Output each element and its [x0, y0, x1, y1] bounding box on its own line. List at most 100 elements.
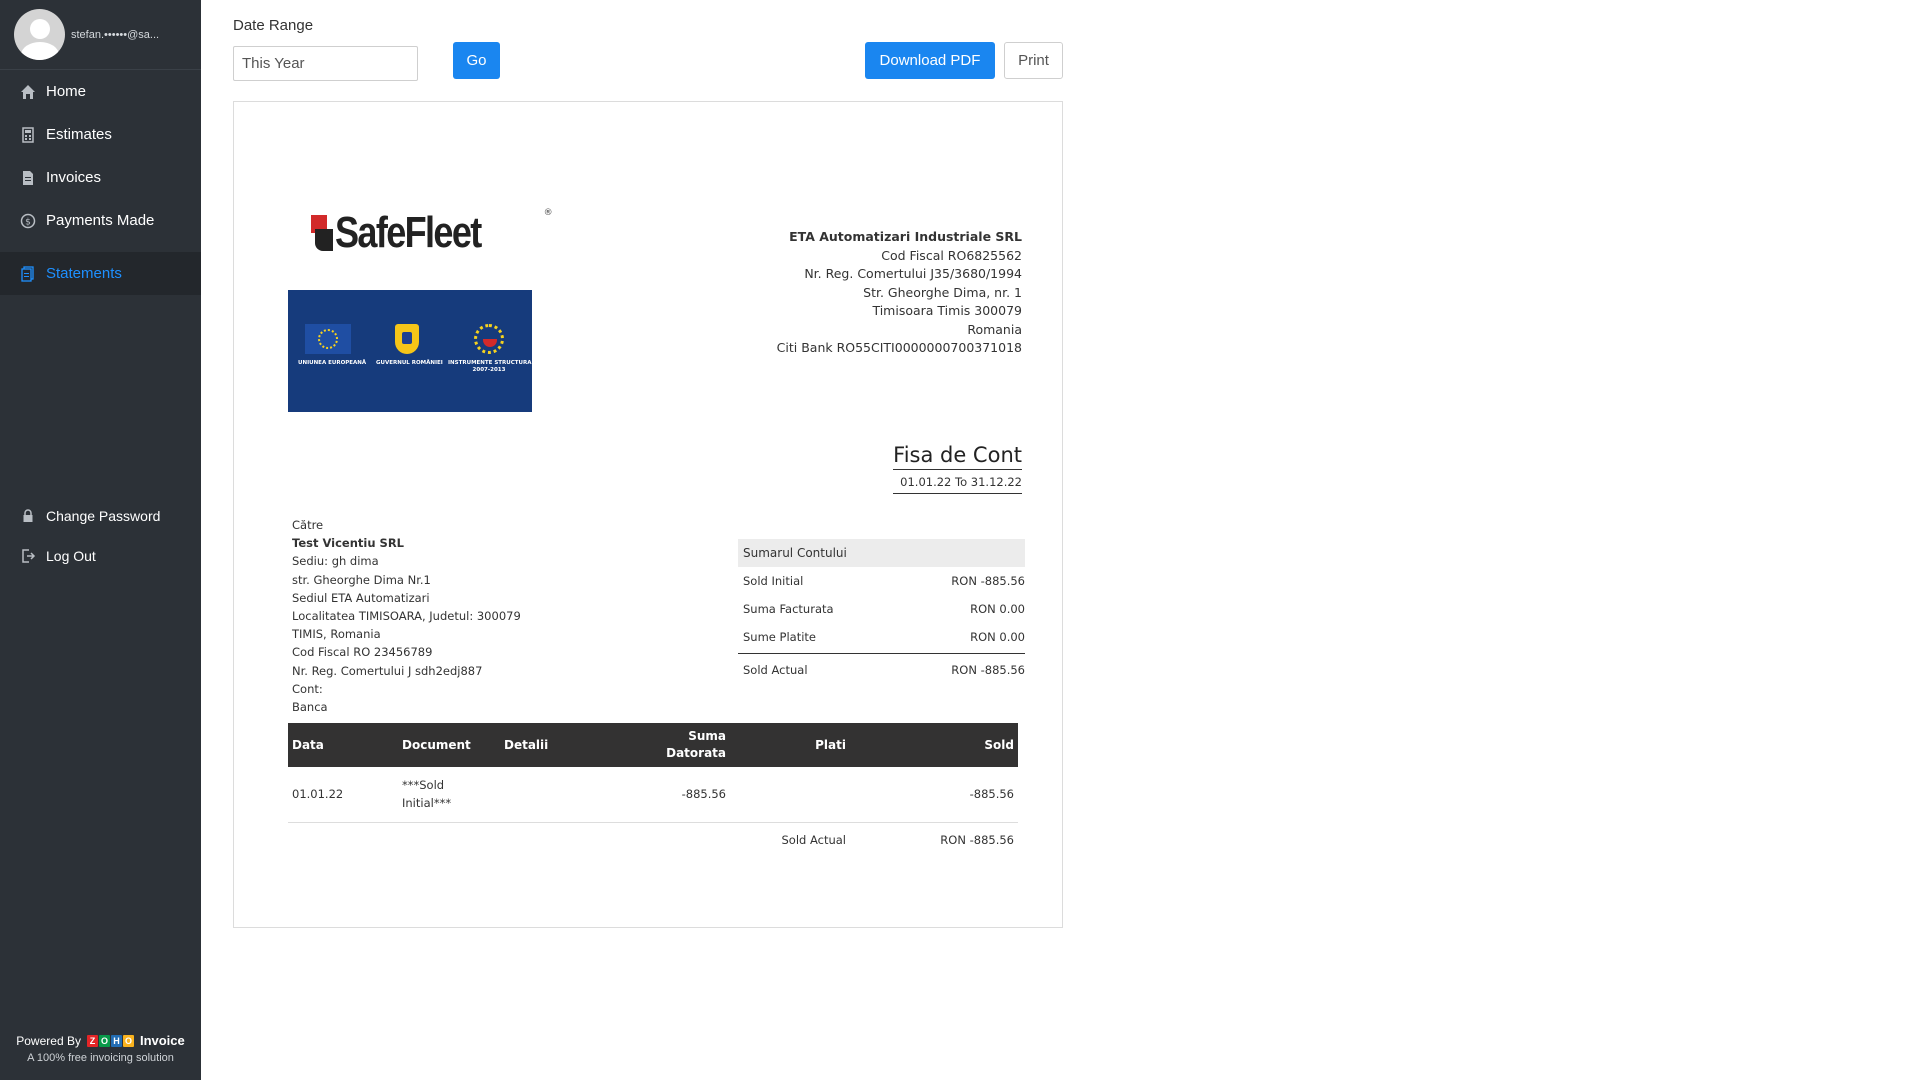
govt-caption: GUVERNUL ROMÂNIEI — [376, 360, 443, 366]
col-header-data: Data — [292, 737, 324, 752]
instruments-years: 2007-2013 — [472, 367, 506, 373]
nav-item-estimates[interactable]: Estimates — [0, 113, 201, 156]
print-button[interactable]: Print — [1004, 42, 1063, 79]
powered-by-line: Powered By Z O H O Invoice — [0, 1033, 201, 1048]
cell-suma: -885.56 — [681, 787, 726, 802]
customer-line: Banca — [292, 700, 328, 715]
statement-icon — [20, 265, 36, 282]
customer-line: Sediu: gh dima — [292, 554, 379, 569]
main-nav: Home Estimates Invoices $ Payments Made … — [0, 70, 201, 295]
cell-document-line2: Initial*** — [402, 796, 452, 811]
summary-total-value: RON -885.56 — [951, 662, 1025, 677]
summary-label: Suma Facturata — [743, 602, 834, 616]
brand-tagline: A 100% free invoicing solution — [27, 1052, 174, 1064]
table-header-row: Data Document Detalii Suma Datorata Plati… — [288, 723, 1018, 767]
table-total-row: Sold Actual RON -885.56 — [288, 822, 1018, 858]
eu-caption: UNIUNEA EUROPEANĂ — [298, 360, 367, 366]
dollar-circle-icon: $ — [20, 213, 36, 229]
nav-item-invoices[interactable]: Invoices — [0, 156, 201, 199]
transactions-table: Data Document Detalii Suma Datorata Plati… — [288, 723, 1018, 858]
summary-heading: Sumarul Contului — [738, 539, 1025, 567]
download-pdf-button[interactable]: Download PDF — [865, 42, 995, 79]
to-label: Către — [292, 518, 324, 532]
zoho-logo[interactable]: Z O H O — [86, 1034, 134, 1047]
structural-instruments-icon — [474, 324, 504, 354]
nav-label-invoices: Invoices — [46, 169, 102, 186]
col-header-plati: Plati — [815, 737, 846, 752]
instruments-caption: INSTRUMENTE STRUCTURALE — [448, 360, 539, 366]
total-value: RON -885.56 — [940, 833, 1014, 848]
issuer-country: Romania — [967, 321, 1022, 337]
customer-line: Nr. Reg. Comertului J sdh2edj887 — [292, 663, 483, 678]
date-range-label: Date Range — [233, 17, 314, 34]
nav-label-log-out: Log Out — [46, 548, 96, 564]
issuer-city: Timisoara Timis 300079 — [872, 303, 1022, 318]
cell-sold: -885.56 — [969, 787, 1014, 802]
main-content: Date Range This Year Go Download PDF Pri… — [201, 0, 1920, 1080]
customer-address: Către Test Vicentiu SRL Sediu: gh dima s… — [292, 516, 521, 716]
customer-line: str. Gheorghe Dima Nr.1 — [292, 572, 431, 587]
coat-of-arms-icon — [395, 324, 419, 354]
eu-stars — [318, 329, 338, 349]
customer-line: Cod Fiscal RO 23456789 — [292, 645, 433, 660]
lock-icon — [20, 508, 36, 524]
issuer-bank: Citi Bank RO55CITI0000000700371018 — [776, 340, 1022, 355]
powered-by-footer: Powered By Z O H O Invoice A 100% free i… — [0, 1033, 201, 1064]
home-icon — [20, 84, 36, 100]
col-header-sold: Sold — [984, 737, 1014, 752]
col-header-suma-line1: Suma — [688, 729, 726, 743]
logo-registered-mark: ® — [543, 208, 553, 218]
col-header-document: Document — [402, 737, 471, 752]
sidebar: stefan.••••••@sa... Home Estimates Invoi… — [0, 0, 201, 1080]
nav-item-change-password[interactable]: Change Password — [0, 496, 201, 536]
go-button[interactable]: Go — [453, 42, 500, 79]
logo-mark-icon — [311, 215, 333, 251]
total-spacer — [288, 822, 730, 858]
cell-plati — [730, 767, 850, 822]
cell-document: ***Sold Initial*** — [398, 767, 500, 822]
svg-text:$: $ — [25, 217, 31, 227]
calculator-icon — [20, 126, 36, 143]
summary-value: RON 0.00 — [970, 602, 1025, 616]
avatar-head — [29, 19, 50, 39]
cell-data: 01.01.22 — [292, 787, 344, 802]
summary-label: Sold Initial — [743, 574, 804, 588]
col-header-suma-line2: Datorata — [666, 746, 726, 760]
powered-by-label: Powered By — [16, 1033, 81, 1048]
issuer-street: Str. Gheorghe Dima, nr. 1 — [863, 284, 1022, 300]
statement-document: SafeFleet ® UNIUNEA EUROPEANĂ GUVERNUL R… — [233, 101, 1063, 928]
nav-item-home[interactable]: Home — [0, 70, 201, 113]
date-range-select[interactable]: This Year — [233, 46, 418, 81]
nav-label-statements: Statements — [46, 265, 122, 282]
account-nav: Change Password Log Out — [0, 496, 201, 576]
table-row: 01.01.22 ***Sold Initial*** -885.56 -885.… — [288, 767, 1018, 822]
cell-detalii — [500, 767, 620, 822]
statement-title: Fisa de Cont — [893, 443, 1022, 470]
customer-line: Cont: — [292, 681, 323, 696]
eu-flag-block: UNIUNEA EUROPEANĂ — [298, 324, 367, 367]
summary-row: Sold Initial RON -885.56 — [738, 567, 1025, 595]
nav-label-home: Home — [46, 83, 87, 100]
nav-label-change-password: Change Password — [46, 508, 161, 524]
zoho-letter-o1: O — [98, 1034, 110, 1047]
summary-value: RON -885.56 — [951, 574, 1025, 588]
summary-label: Sume Platite — [743, 630, 816, 644]
issuer-name: ETA Automatizari Industriale SRL — [789, 229, 1022, 244]
customer-line: TIMIS, Romania — [292, 627, 381, 642]
logout-icon — [20, 548, 36, 564]
col-header-suma-datorata: Suma Datorata — [620, 723, 730, 767]
customer-line: Localitatea TIMISOARA, Judetul: 300079 — [292, 609, 521, 624]
user-profile[interactable]: stefan.••••••@sa... — [0, 0, 201, 70]
customer-line: Sediul ETA Automatizari — [292, 590, 430, 605]
nav-item-statements[interactable]: Statements — [0, 252, 201, 295]
logo-text: SafeFleet — [335, 208, 482, 257]
account-summary: Sumarul Contului Sold Initial RON -885.5… — [738, 539, 1025, 685]
nav-item-payments-made[interactable]: $ Payments Made — [0, 199, 201, 242]
romania-govt-block: GUVERNUL ROMÂNIEI — [376, 324, 443, 367]
avatar[interactable] — [14, 9, 65, 60]
nav-item-log-out[interactable]: Log Out — [0, 536, 201, 576]
nav-label-payments-made: Payments Made — [46, 212, 155, 229]
company-logo: SafeFleet ® — [311, 208, 553, 258]
statement-period: 01.01.22 To 31.12.22 — [893, 471, 1022, 494]
zoho-letter-o2: O — [122, 1034, 134, 1047]
